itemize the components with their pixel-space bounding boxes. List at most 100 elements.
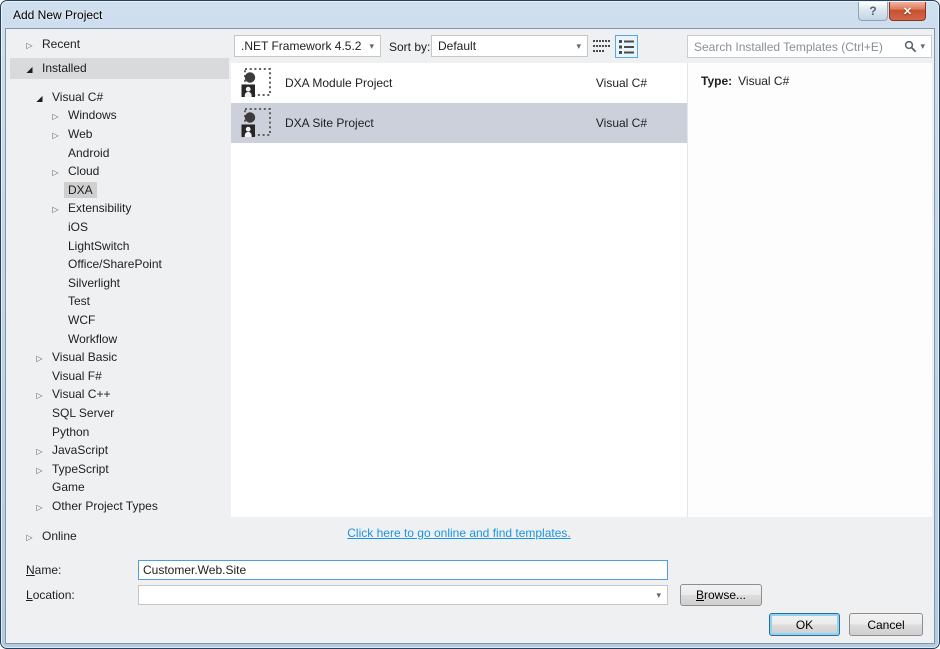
tree-item[interactable]: Visual Basic: [10, 348, 229, 367]
ok-button[interactable]: OK: [769, 613, 840, 636]
window-controls: ? ✕: [858, 2, 926, 21]
tree-item[interactable]: LightSwitch: [10, 236, 229, 255]
tree-item[interactable]: Installed: [10, 58, 229, 79]
template-list-item[interactable]: DXA Module Project Visual C#: [231, 63, 687, 103]
tree-item-label: WCF: [64, 312, 99, 328]
tree-item-label: Test: [64, 293, 94, 309]
tree-item[interactable]: Office/SharePoint: [10, 255, 229, 274]
name-input[interactable]: [138, 560, 668, 580]
list-icon: [619, 40, 634, 54]
tree-item-label: LightSwitch: [64, 238, 133, 254]
browse-button[interactable]: Browse...: [680, 584, 762, 606]
tree-item[interactable]: SQL Server: [10, 404, 229, 423]
search-placeholder: Search Installed Templates (Ctrl+E): [694, 40, 904, 54]
search-input[interactable]: Search Installed Templates (Ctrl+E): [687, 35, 932, 58]
tree-item-label: TypeScript: [48, 461, 113, 477]
tree-item[interactable]: Test: [10, 292, 229, 311]
search-icon[interactable]: [904, 40, 917, 53]
chevron-down-icon: [369, 41, 374, 52]
tree-item-label: Visual Basic: [48, 349, 121, 365]
tree-expander-icon[interactable]: [50, 164, 61, 178]
help-button[interactable]: ?: [858, 2, 888, 21]
small-icons-view-button[interactable]: [590, 35, 613, 58]
tree-item-label: Other Project Types: [48, 498, 162, 514]
tree-expander-icon[interactable]: [34, 443, 45, 457]
close-button[interactable]: ✕: [889, 2, 926, 21]
template-list-item[interactable]: DXA Site Project Visual C#: [231, 103, 687, 143]
template-icon: [240, 107, 272, 139]
tree-item[interactable]: Android: [10, 143, 229, 162]
template-language: Visual C#: [596, 76, 647, 90]
tree-expander-icon[interactable]: [50, 127, 61, 141]
tree-item[interactable]: Extensibility: [10, 199, 229, 218]
tree-item[interactable]: JavaScript: [10, 441, 229, 460]
tree-expander-icon[interactable]: [34, 387, 45, 401]
tree-expander-icon[interactable]: [24, 529, 35, 543]
location-input[interactable]: [138, 585, 668, 605]
tree-item-label: Installed: [38, 60, 91, 76]
tree-item-label: DXA: [64, 182, 97, 198]
titlebar[interactable]: Add New Project ? ✕: [1, 1, 939, 28]
tree-item-label: Visual C++: [48, 386, 114, 402]
tree-expander-icon[interactable]: [34, 90, 45, 104]
tree-item-label: Workflow: [64, 331, 121, 347]
tree-item[interactable]: Visual C#: [10, 88, 229, 107]
tree-item[interactable]: Online: [10, 526, 229, 545]
tree-item[interactable]: Windows: [10, 106, 229, 125]
tree-expander-icon[interactable]: [50, 108, 61, 122]
tree-item[interactable]: Silverlight: [10, 274, 229, 293]
cancel-button[interactable]: Cancel: [849, 613, 923, 636]
add-new-project-dialog: Add New Project ? ✕ Recent Installed: [0, 0, 940, 649]
grid-icon: [593, 40, 610, 53]
tree-item-label: Extensibility: [64, 200, 135, 216]
type-value: Visual C#: [738, 74, 789, 88]
tree-item[interactable]: iOS: [10, 218, 229, 237]
tree-item[interactable]: Workflow: [10, 329, 229, 348]
template-name: DXA Site Project: [285, 116, 374, 130]
chevron-down-icon[interactable]: [920, 41, 925, 52]
template-list: DXA Module Project Visual C# DXA Site Pr…: [231, 63, 687, 517]
page-title: Add New Project: [13, 8, 102, 22]
tree-item-label: Online: [38, 528, 81, 544]
tree-item[interactable]: Cloud: [10, 162, 229, 181]
tree-expander-icon[interactable]: [34, 462, 45, 476]
tree-expander-icon[interactable]: [34, 499, 45, 513]
tree-expander-icon[interactable]: [50, 201, 61, 215]
type-label: Type:: [701, 74, 732, 88]
location-dropdown-arrow-icon[interactable]: [656, 590, 661, 601]
tree-item-label: Office/SharePoint: [64, 256, 166, 272]
tree-item[interactable]: Game: [10, 478, 229, 497]
tree-item-label: Python: [48, 424, 93, 440]
tree-expander-icon[interactable]: [24, 37, 35, 51]
tree-expander-icon[interactable]: [34, 350, 45, 364]
tree-item[interactable]: Other Project Types: [10, 497, 229, 516]
sort-by-label: Sort by:: [389, 40, 430, 54]
tree-item-label: Web: [64, 126, 96, 142]
tree-item[interactable]: Python: [10, 422, 229, 441]
sort-dropdown[interactable]: Default: [431, 35, 588, 57]
tree-item-label: Recent: [38, 36, 84, 52]
tree-item[interactable]: DXA: [10, 181, 229, 200]
online-templates-link[interactable]: Click here to go online and find templat…: [347, 526, 570, 540]
list-view-button[interactable]: [615, 35, 638, 58]
tree-item[interactable]: Recent: [10, 35, 229, 54]
tree-item-label: iOS: [64, 219, 92, 235]
template-category-tree: Recent Installed Visual C# Windows Web A…: [10, 35, 229, 545]
tree-item[interactable]: WCF: [10, 311, 229, 330]
tree-item[interactable]: Visual C++: [10, 385, 229, 404]
tree-expander-icon[interactable]: [24, 61, 35, 75]
close-icon: ✕: [903, 5, 912, 18]
tree-item-label: Windows: [64, 107, 121, 123]
template-language: Visual C#: [596, 116, 647, 130]
tree-item-label: Game: [48, 479, 89, 495]
tree-item[interactable]: Visual F#: [10, 367, 229, 386]
name-label: Name:: [26, 563, 61, 577]
framework-dropdown[interactable]: .NET Framework 4.5.2: [234, 35, 381, 57]
tree-item[interactable]: Web: [10, 125, 229, 144]
tree-item[interactable]: TypeScript: [10, 459, 229, 478]
template-details-panel: Type: Visual C#: [687, 63, 932, 517]
sort-dropdown-value: Default: [438, 39, 476, 53]
chevron-down-icon: [576, 41, 581, 52]
question-mark-icon: ?: [869, 4, 876, 18]
tree-item-label: Visual C#: [48, 89, 107, 105]
